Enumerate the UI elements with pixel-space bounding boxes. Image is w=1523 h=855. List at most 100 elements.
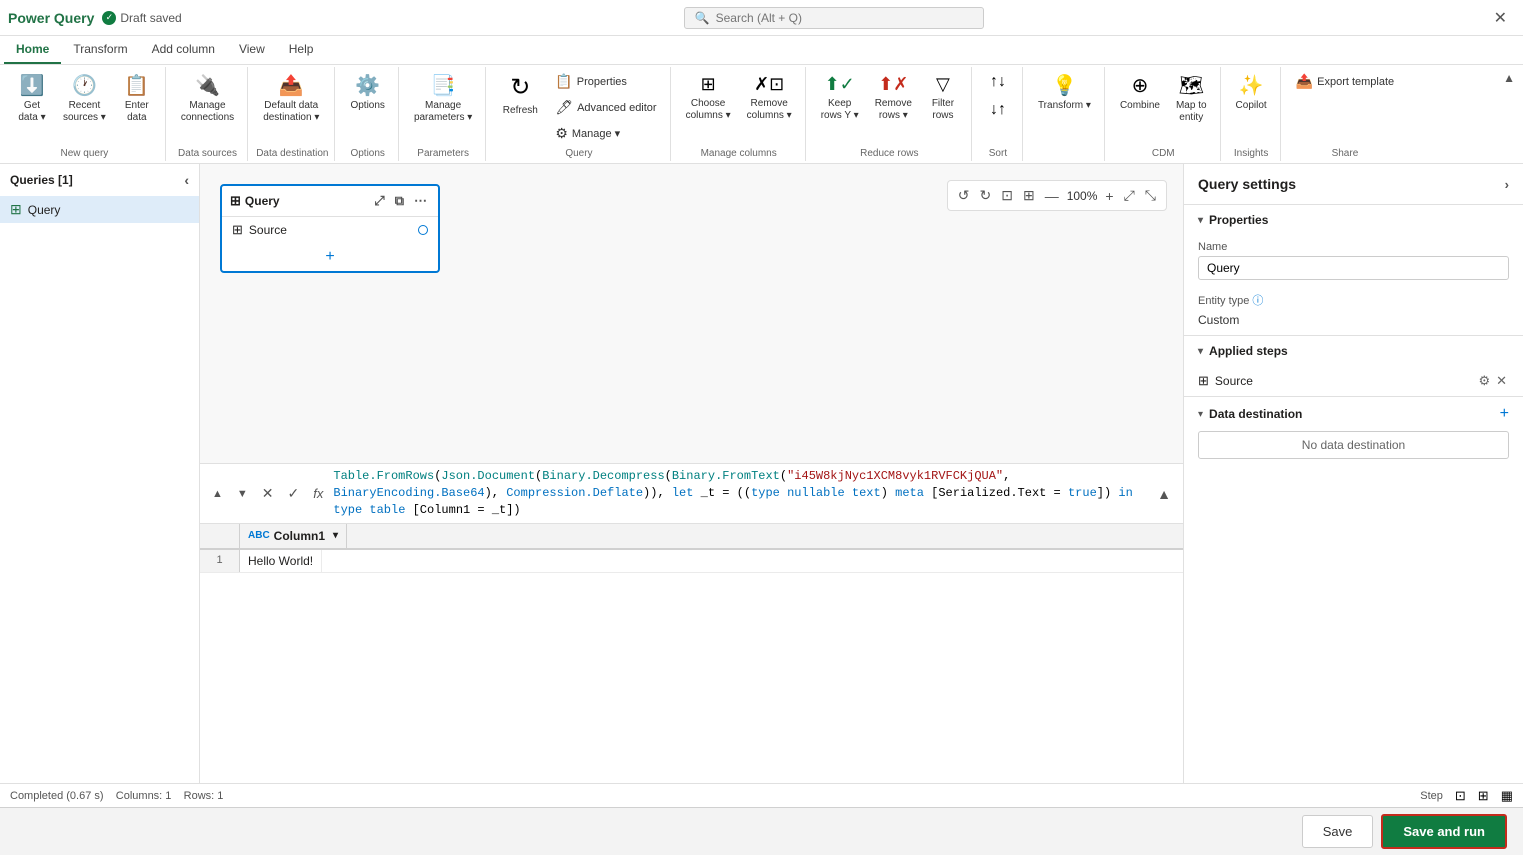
zoom-in-button[interactable]: +	[1103, 186, 1115, 206]
filter-rows-button[interactable]: ▽ Filterrows	[921, 69, 965, 127]
step-settings-button[interactable]: ⚙	[1476, 371, 1492, 391]
formula-move-down-button[interactable]: ▼	[233, 486, 252, 502]
settings-panel-expand-button[interactable]: ›	[1505, 177, 1509, 192]
status-text: Completed (0.67 s)	[10, 790, 104, 802]
tab-transform[interactable]: Transform	[61, 36, 139, 64]
step-delete-button[interactable]: ✕	[1494, 371, 1509, 391]
entity-type-info-icon[interactable]: ⓘ	[1252, 295, 1263, 307]
formula-confirm-button[interactable]: ✓	[284, 483, 304, 504]
data-grid[interactable]: ABC Column1 ▾ 1 Hello World!	[200, 524, 1183, 783]
status-columns: Columns: 1	[116, 790, 172, 802]
close-button[interactable]: ✕	[1486, 4, 1515, 32]
settings-applied-steps-header[interactable]: ▾ Applied steps	[1184, 336, 1523, 366]
grid-column-header-column1[interactable]: ABC Column1 ▾	[240, 524, 347, 548]
sort-ascending-button[interactable]: ↑↓	[980, 69, 1016, 95]
queries-panel-header: Queries [1] ‹	[0, 164, 199, 196]
filter-rows-icon: ▽	[936, 74, 950, 96]
combine-button[interactable]: ⊕ Combine	[1113, 69, 1167, 117]
queries-panel-collapse-button[interactable]: ‹	[184, 172, 189, 188]
transform-icon: 💡	[1052, 74, 1077, 98]
manage-connections-button[interactable]: 🔌 Manageconnections	[174, 69, 241, 129]
sort-descending-button[interactable]: ↓↑	[980, 97, 1016, 123]
formula-delete-button[interactable]: ✕	[258, 483, 278, 504]
tab-add-column[interactable]: Add column	[140, 36, 227, 64]
refresh-button[interactable]: ↻ Refresh	[494, 69, 546, 122]
choose-columns-button[interactable]: ⊞ Choosecolumns ▾	[679, 69, 738, 127]
status-view-icon-3[interactable]: ▦	[1501, 788, 1513, 804]
applied-steps-chevron-icon: ▾	[1198, 346, 1203, 357]
manage-parameters-button[interactable]: 📑 Manageparameters ▾	[407, 69, 479, 129]
manage-button[interactable]: ⚙ Manage ▾	[548, 121, 663, 146]
default-data-destination-button[interactable]: 📤 Default datadestination ▾	[256, 69, 326, 129]
status-view-icon-2[interactable]: ⊞	[1478, 788, 1489, 804]
column1-dropdown-icon[interactable]: ▾	[333, 530, 338, 541]
get-data-button[interactable]: ⬇️ Getdata ▾	[10, 69, 54, 129]
settings-properties-header[interactable]: ▾ Properties	[1184, 205, 1523, 235]
manage-columns-label: Manage columns	[679, 146, 799, 159]
name-input[interactable]	[1198, 256, 1509, 280]
properties-button[interactable]: 📋 Properties	[548, 69, 663, 94]
expand-button-2[interactable]: ⤡	[1143, 185, 1158, 206]
ribbon-group-transform: 💡 Transform ▾	[1025, 67, 1105, 161]
zoom-out-button[interactable]: —	[1043, 186, 1061, 206]
query-list-item[interactable]: ⊞ Query	[0, 196, 199, 223]
query-step-source[interactable]: ⊞ Source	[222, 217, 438, 243]
ribbon-group-data-sources: 🔌 Manageconnections Data sources	[168, 67, 248, 161]
enter-data-icon: 📋	[124, 74, 149, 98]
advanced-editor-button[interactable]: 🖊 Advanced editor	[548, 95, 663, 120]
options-button[interactable]: ⚙️ Options	[343, 69, 391, 117]
remove-columns-button[interactable]: ✗⊡ Removecolumns ▾	[740, 69, 799, 127]
tab-home[interactable]: Home	[4, 36, 61, 64]
data-destination-group-label: Data destination	[256, 146, 328, 159]
tab-help[interactable]: Help	[277, 36, 326, 64]
data-sources-label: Data sources	[174, 146, 241, 159]
data-destination-title: Data destination	[1209, 407, 1302, 421]
settings-properties-label: Properties	[1209, 213, 1268, 227]
table-row: 1 Hello World!	[200, 550, 1183, 573]
canvas-diagram: ↺ ↻ ⊡ ⊞ — 100% + ⤢ ⤡ ⊞ Query ⤢	[200, 164, 1183, 463]
enter-data-button[interactable]: 📋 Enterdata	[115, 69, 159, 129]
expand-button-1[interactable]: ⤢	[1122, 185, 1137, 206]
formula-input[interactable]: Table.FromRows(Json.Document(Binary.Deco…	[333, 468, 1147, 518]
remove-rows-button[interactable]: ⬆✗ Removerows ▾	[868, 69, 919, 127]
status-view-icon-1[interactable]: ⊡	[1455, 788, 1466, 804]
canvas-area: ↺ ↻ ⊡ ⊞ — 100% + ⤢ ⤡ ⊞ Query ⤢	[200, 164, 1183, 783]
copilot-button[interactable]: ✨ Copilot	[1229, 69, 1274, 117]
applied-step-source-label: Source	[1215, 374, 1253, 388]
ribbon-content: ⬇️ Getdata ▾ 🕐 Recentsources ▾ 📋 Enterda…	[0, 65, 1523, 163]
data-destination-add-button[interactable]: +	[1500, 405, 1509, 423]
transform-button[interactable]: 💡 Transform ▾	[1031, 69, 1098, 117]
map-to-entity-button[interactable]: 🗺 Map toentity	[1169, 69, 1214, 129]
settings-applied-steps-section: ▾ Applied steps ⊞ Source ⚙ ✕	[1184, 335, 1523, 396]
query-node-expand-icon[interactable]: ⤢	[371, 192, 387, 210]
tab-view[interactable]: View	[227, 36, 277, 64]
grid-row-num-header	[200, 524, 240, 548]
fit-view-button[interactable]: ⊡	[999, 185, 1015, 206]
undo-button[interactable]: ↺	[956, 185, 972, 206]
search-input[interactable]	[716, 11, 956, 25]
parameters-group-label: Parameters	[407, 146, 479, 159]
layout-button[interactable]: ⊞	[1021, 185, 1037, 206]
cell-1-column1[interactable]: Hello World!	[240, 550, 322, 572]
search-icon: 🔍	[695, 11, 710, 25]
zoom-controls: ↺ ↻ ⊡ ⊞ — 100% + ⤢ ⤡	[947, 180, 1167, 211]
ribbon-collapse-button[interactable]: ▲	[1503, 71, 1515, 85]
search-bar[interactable]: 🔍	[684, 7, 984, 29]
formula-collapse-button[interactable]: ▲	[1153, 484, 1175, 504]
query-node-add-button[interactable]: +	[222, 243, 438, 271]
export-template-button[interactable]: 📤 Export template	[1289, 69, 1401, 94]
query-node-more-icon[interactable]: ⋯	[411, 192, 430, 210]
recent-sources-button[interactable]: 🕐 Recentsources ▾	[56, 69, 113, 129]
status-bar-left: Completed (0.67 s) Columns: 1 Rows: 1	[10, 790, 223, 802]
query-node-copy-icon[interactable]: ⧉	[392, 192, 407, 210]
title-bar-left: Power Query Draft saved	[8, 10, 182, 26]
bottom-action-bar: Save Save and run	[0, 807, 1523, 855]
applied-step-source[interactable]: ⊞ Source ⚙ ✕	[1184, 366, 1523, 396]
ribbon-group-parameters: 📑 Manageparameters ▾ Parameters	[401, 67, 486, 161]
query-node-header: ⊞ Query ⤢ ⧉ ⋯	[222, 186, 438, 217]
save-button[interactable]: Save	[1302, 815, 1374, 848]
keep-rows-button[interactable]: ⬆✓ Keeprows Y ▾	[814, 69, 866, 127]
formula-move-up-button[interactable]: ▲	[208, 486, 227, 502]
redo-button[interactable]: ↻	[978, 185, 994, 206]
save-and-run-button[interactable]: Save and run	[1381, 814, 1507, 849]
